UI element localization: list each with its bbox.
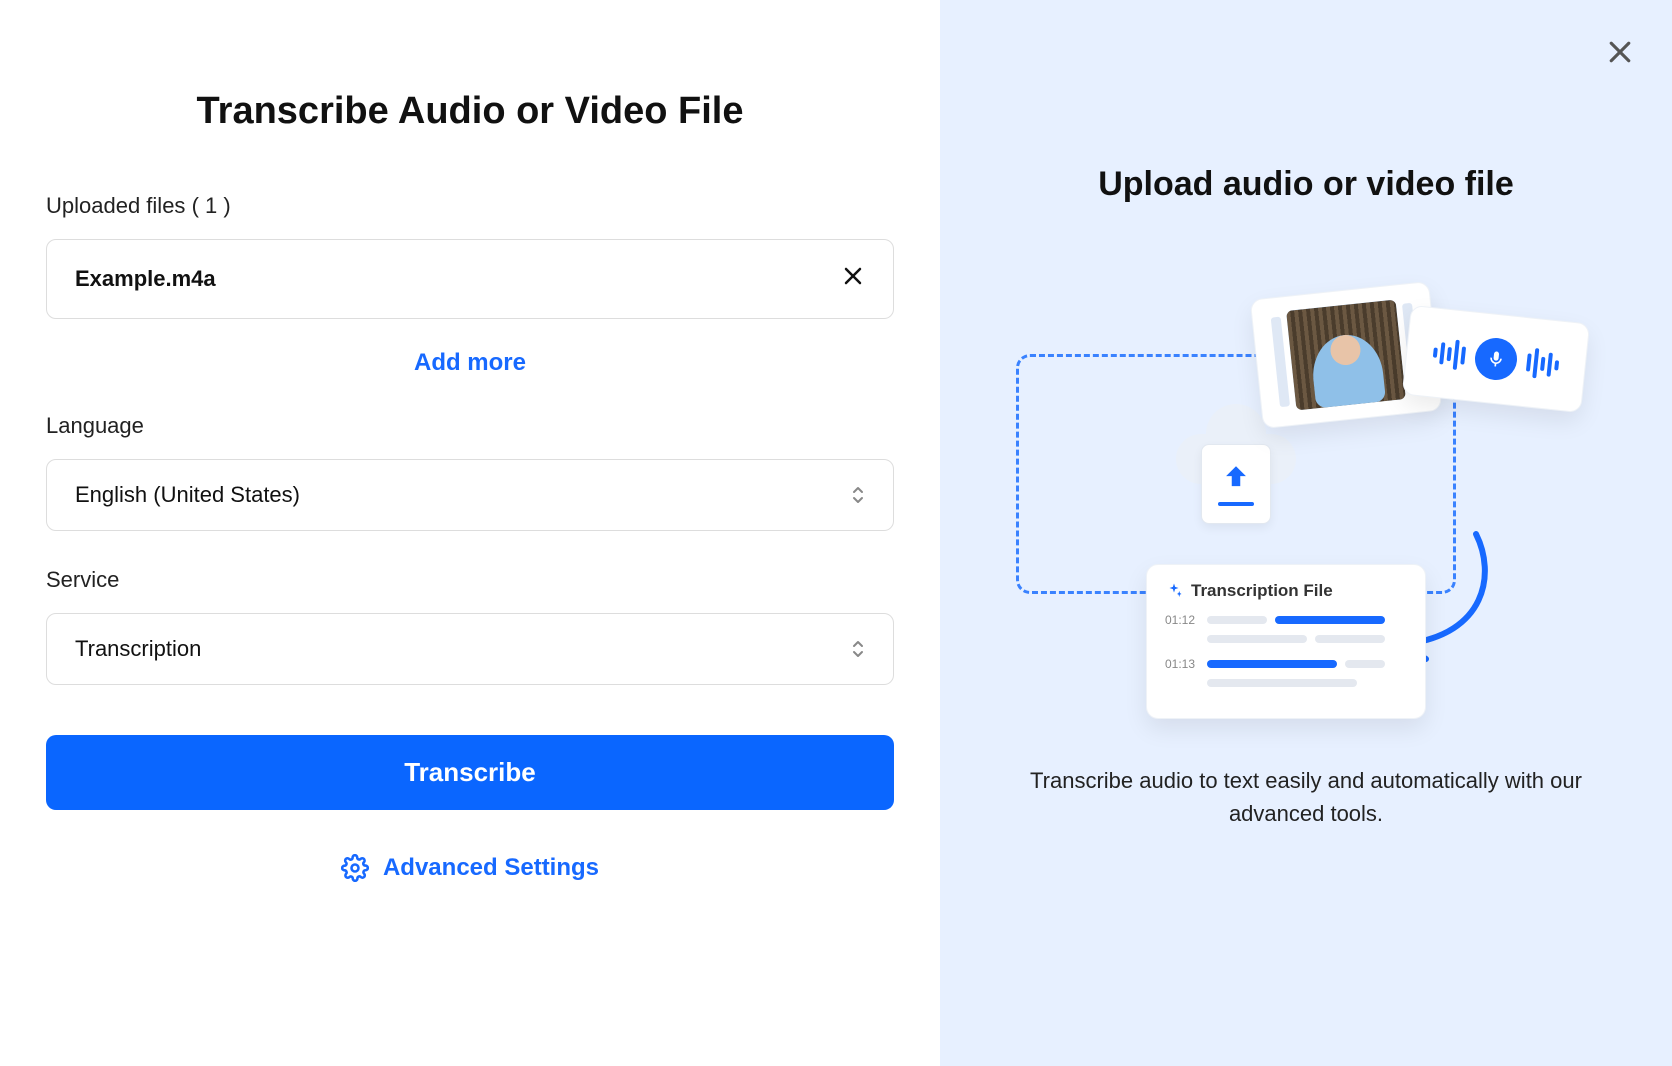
transcribe-button[interactable]: Transcribe: [46, 735, 894, 810]
upload-arrow-icon: [1201, 444, 1271, 524]
transcription-card-title: Transcription File: [1191, 581, 1333, 601]
file-name: Example.m4a: [75, 266, 216, 292]
left-panel: Transcribe Audio or Video File Uploaded …: [0, 0, 940, 1066]
gear-icon: [341, 854, 369, 882]
language-select[interactable]: English (United States): [46, 459, 894, 531]
timestamp: 01:12: [1165, 613, 1199, 627]
close-icon: [1605, 37, 1635, 67]
language-label: Language: [46, 413, 894, 439]
audio-card: [1402, 305, 1590, 413]
remove-file-button[interactable]: [841, 264, 865, 294]
sparkle-icon: [1165, 582, 1183, 600]
timestamp: 01:13: [1165, 657, 1199, 671]
page-title: Transcribe Audio or Video File: [197, 90, 744, 133]
transcription-card: Transcription File 01:12 01:13: [1146, 564, 1426, 719]
waveform-icon: [1525, 342, 1561, 385]
uploaded-files-label: Uploaded files ( 1 ): [46, 193, 894, 219]
service-select[interactable]: Transcription: [46, 613, 894, 685]
form-block: Uploaded files ( 1 ) Example.m4a Add mor…: [46, 193, 894, 882]
right-title: Upload audio or video file: [1098, 165, 1514, 204]
advanced-settings-label: Advanced Settings: [383, 854, 599, 882]
close-button[interactable]: [1598, 30, 1642, 74]
close-icon: [841, 264, 865, 288]
right-description: Transcribe audio to text easily and auto…: [1006, 764, 1606, 830]
service-label: Service: [46, 567, 894, 593]
chevron-updown-icon: [851, 485, 865, 505]
illustration: Transcription File 01:12 01:13: [1016, 254, 1596, 724]
advanced-settings-link[interactable]: Advanced Settings: [341, 854, 599, 882]
add-more-link[interactable]: Add more: [414, 349, 526, 376]
language-value: English (United States): [75, 482, 300, 508]
chevron-updown-icon: [851, 639, 865, 659]
uploaded-file-row: Example.m4a: [46, 239, 894, 319]
waveform-icon: [1431, 333, 1467, 376]
uploaded-count: ( 1 ): [192, 193, 231, 218]
right-panel: Upload audio or video file: [940, 0, 1672, 1066]
mic-icon: [1473, 336, 1519, 382]
service-value: Transcription: [75, 636, 201, 662]
